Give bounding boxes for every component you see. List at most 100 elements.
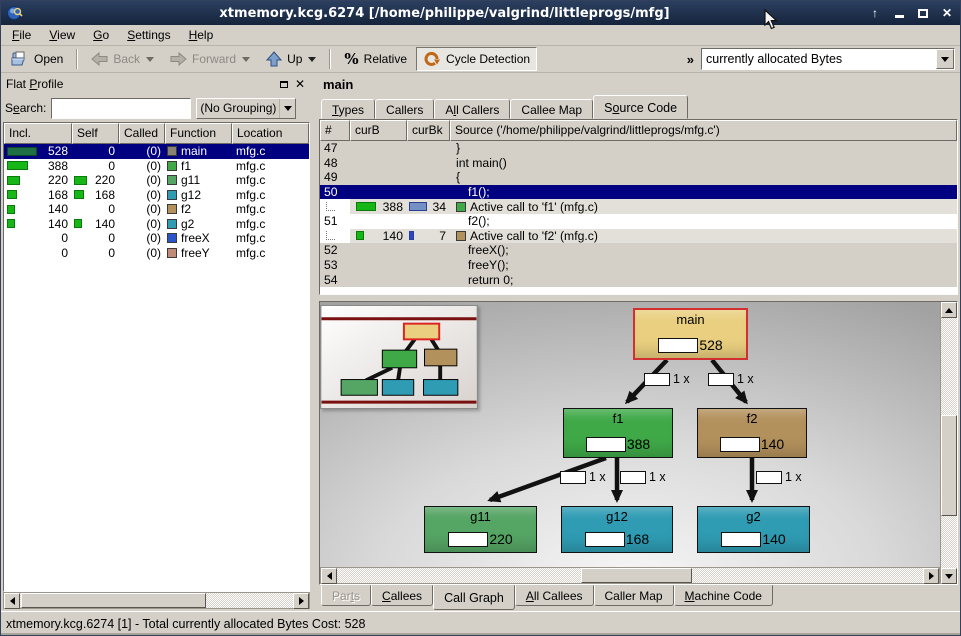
forward-button[interactable]: Forward (163, 47, 257, 71)
maximize-button[interactable] (916, 6, 930, 20)
grouping-combobox[interactable]: (No Grouping) (196, 98, 296, 119)
menu-view[interactable]: View (40, 25, 84, 45)
tab-caller-map[interactable]: Caller Map (594, 585, 674, 606)
cost-bar (448, 532, 488, 547)
menu-settings[interactable]: Settings (118, 25, 179, 45)
triangle-right-icon (929, 572, 934, 580)
tab-source-code[interactable]: Source Code (593, 95, 688, 119)
tab-all-callers[interactable]: All Callers (434, 99, 510, 119)
graph-vscrollbar[interactable] (940, 302, 957, 584)
shade-button[interactable]: ↑ (868, 6, 882, 20)
tree-branch-icon (326, 231, 335, 240)
cycle-detection-button[interactable]: Cycle Detection (416, 47, 537, 71)
graph-node-f2[interactable]: f2 140 (697, 408, 807, 458)
dock-close-button[interactable]: ✕ (293, 77, 307, 91)
tab-all-callees[interactable]: All Callees (515, 585, 594, 606)
scroll-up-button[interactable] (941, 302, 957, 318)
source-line-selected[interactable]: 50 f1(); (320, 185, 957, 200)
scroll-left-button[interactable] (321, 568, 337, 584)
close-button[interactable]: ✕ (940, 6, 954, 20)
column-header-curbk[interactable]: curBk (407, 120, 450, 141)
relative-button[interactable]: % Relative (337, 47, 414, 71)
vertical-splitter[interactable] (311, 73, 319, 611)
graph-node-f1[interactable]: f1 388 (563, 408, 673, 458)
tab-call-graph[interactable]: Call Graph (433, 585, 515, 610)
toolbar-overflow-chevron[interactable]: » (682, 52, 699, 67)
column-header-location[interactable]: Location (232, 123, 309, 144)
source-line[interactable]: 47 } (320, 141, 957, 156)
scrollbar-thumb[interactable] (581, 568, 692, 583)
table-row[interactable]: 388 0 (0) f1 mfg.c (4, 159, 309, 174)
function-color-swatch (456, 202, 466, 212)
table-row[interactable]: 0 0 (0) freeY mfg.c (4, 246, 309, 261)
float-icon (280, 81, 288, 88)
up-button[interactable]: Up (259, 47, 323, 71)
column-header-curb[interactable]: curB (350, 120, 407, 141)
function-color-swatch (167, 175, 177, 185)
tab-parts[interactable]: Parts (321, 585, 371, 606)
table-row[interactable]: 528 0 (0) main mfg.c (4, 144, 309, 159)
scroll-right-button[interactable] (923, 568, 939, 584)
forward-dropdown-caret[interactable] (242, 57, 250, 62)
column-header-incl[interactable]: Incl. (4, 123, 72, 144)
scrollbar-thumb[interactable] (21, 593, 206, 608)
source-line[interactable]: 53 freeY(); (320, 258, 957, 273)
source-line[interactable]: 49 { (320, 170, 957, 185)
scroll-down-button[interactable] (941, 568, 957, 584)
dock-header[interactable]: Flat Profile ✕ (3, 74, 310, 94)
triangle-right-icon (299, 597, 304, 605)
tab-callee-map[interactable]: Callee Map (510, 99, 593, 119)
call-graph-canvas[interactable]: main 528 f1 388 f2 140 g11 (320, 302, 940, 567)
scroll-right-button[interactable] (293, 593, 309, 609)
scrollbar-thumb[interactable] (941, 415, 957, 517)
menu-file[interactable]: File (3, 25, 40, 45)
table-row[interactable]: 140 140 (0) g2 mfg.c (4, 217, 309, 232)
graph-hscrollbar[interactable] (320, 567, 940, 584)
tab-machine-code[interactable]: Machine Code (674, 585, 773, 606)
tab-callers[interactable]: Callers (375, 99, 434, 119)
column-header-function[interactable]: Function (165, 123, 232, 144)
graph-node-g11[interactable]: g11 220 (424, 506, 537, 553)
function-color-swatch (167, 204, 177, 214)
table-row[interactable]: 168 168 (0) g12 mfg.c (4, 188, 309, 203)
table-row[interactable]: 140 0 (0) f2 mfg.c (4, 202, 309, 217)
back-button[interactable]: Back (84, 47, 161, 71)
flat-profile-header: Incl. Self Called Function Location (4, 123, 309, 144)
dock-float-button[interactable] (277, 77, 291, 91)
combobox-dropdown-button[interactable] (936, 49, 954, 69)
back-dropdown-caret[interactable] (146, 57, 154, 62)
table-row[interactable]: 220 220 (0) g11 mfg.c (4, 173, 309, 188)
search-input[interactable] (51, 98, 191, 119)
up-dropdown-caret[interactable] (308, 57, 316, 62)
open-button[interactable]: Open (4, 47, 70, 71)
function-color-swatch (456, 231, 466, 241)
statusbar: xtmemory.kcg.6274 [1] - Total currently … (1, 611, 960, 635)
grouping-dropdown-button[interactable] (279, 99, 295, 118)
event-type-combobox[interactable]: currently allocated Bytes (701, 48, 955, 70)
column-header-self[interactable]: Self (72, 123, 119, 144)
source-line[interactable]: 48 int main() (320, 156, 957, 171)
tab-types[interactable]: Types (321, 99, 375, 119)
source-call-annotation[interactable]: 140 7 Active call to 'f2' (mfg.c) (320, 229, 957, 244)
table-row[interactable]: 0 0 (0) freeX mfg.c (4, 231, 309, 246)
flat-profile-hscrollbar[interactable] (3, 592, 310, 609)
source-line[interactable]: 52 freeX(); (320, 243, 957, 258)
minimize-button[interactable] (892, 6, 906, 20)
source-line[interactable]: 51 f2(); (320, 214, 957, 229)
graph-overview-minimap[interactable] (320, 305, 478, 409)
menu-help[interactable]: Help (180, 25, 223, 45)
source-line[interactable]: 54 return 0; (320, 272, 957, 287)
graph-node-g2[interactable]: g2 140 (697, 506, 810, 553)
menu-go[interactable]: Go (84, 25, 118, 45)
titlebar[interactable]: xtmemory.kcg.6274 [/home/philippe/valgri… (1, 1, 960, 25)
column-header-source[interactable]: Source ('/home/philippe/valgrind/littlep… (450, 120, 957, 141)
column-header-line[interactable]: # (320, 120, 350, 141)
function-detail-pane: main Types Callers All Callers Callee Ma… (319, 73, 960, 611)
tab-callees[interactable]: Callees (371, 585, 433, 606)
graph-node-main[interactable]: main 528 (633, 308, 748, 360)
source-call-annotation[interactable]: 388 34 Active call to 'f1' (mfg.c) (320, 199, 957, 214)
triangle-left-icon (10, 597, 15, 605)
graph-node-g12[interactable]: g12 168 (561, 506, 673, 553)
column-header-called[interactable]: Called (119, 123, 165, 144)
scroll-left-button[interactable] (4, 593, 20, 609)
